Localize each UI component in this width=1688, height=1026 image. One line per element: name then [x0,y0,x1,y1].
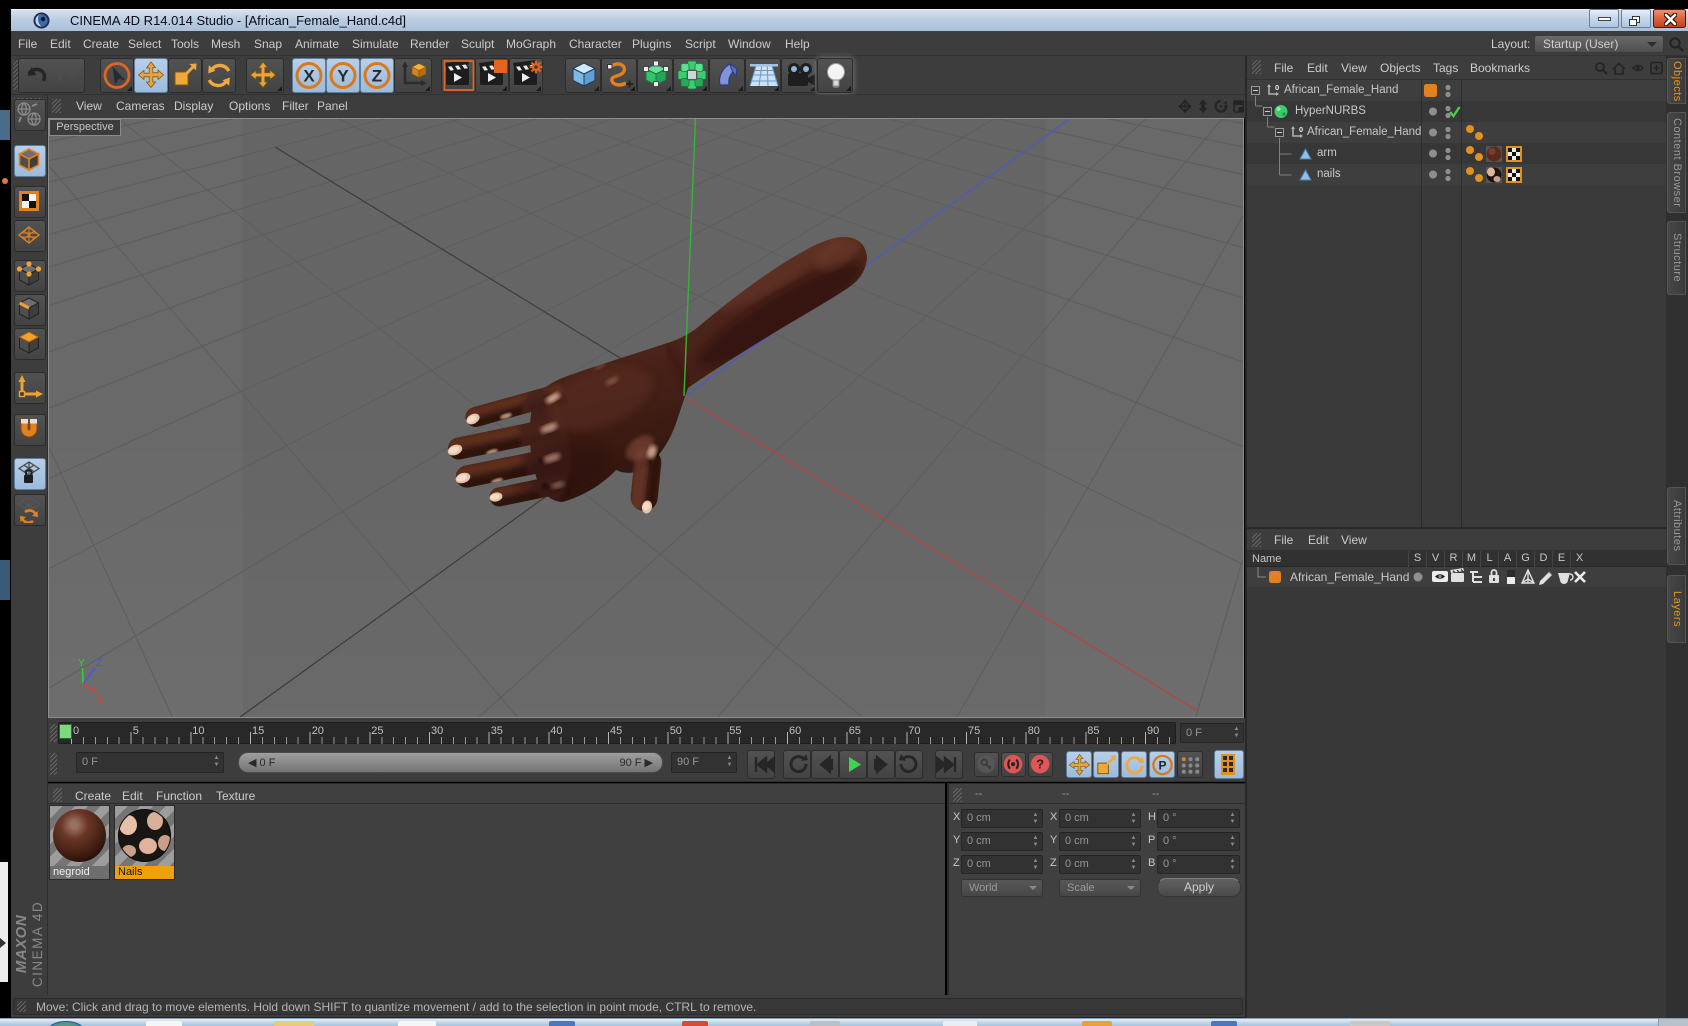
svg-text:Y: Y [78,658,85,669]
svg-text:X: X [97,696,104,707]
svg-text:Y: Y [337,67,349,86]
svg-text:P: P [1158,758,1166,772]
svg-text:?: ? [1036,757,1044,772]
svg-text:0: 0 [1275,84,1279,92]
svg-text:0: 0 [1299,126,1303,134]
svg-text:X: X [303,67,315,86]
svg-text:Z: Z [96,658,102,669]
svg-text:Z: Z [372,67,382,86]
